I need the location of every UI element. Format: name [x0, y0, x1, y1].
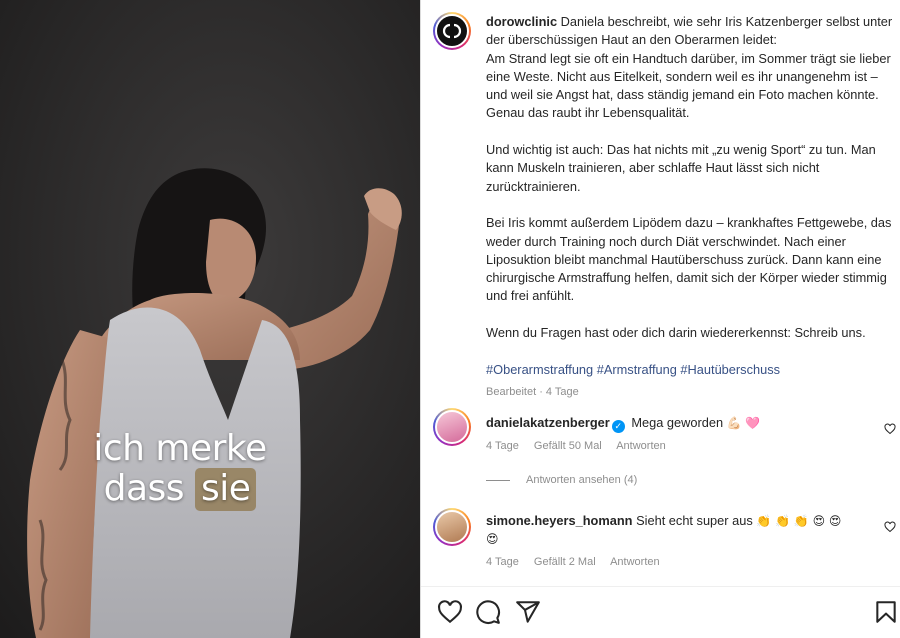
like-comment-heart-icon[interactable]	[884, 521, 896, 533]
view-replies-button[interactable]: Antworten ansehen (4)	[486, 474, 637, 486]
replies-divider	[486, 479, 510, 481]
comment-likes[interactable]: Gefällt 50 Mal	[534, 440, 602, 452]
like-comment-heart-icon[interactable]	[884, 423, 896, 435]
post-panel: dorowclinic Daniela beschreibt, wie sehr…	[420, 0, 900, 638]
author-username[interactable]: dorowclinic	[486, 14, 557, 29]
commenter-avatar-daniela[interactable]	[433, 408, 471, 446]
video-caption-line-1: ich merke	[93, 428, 267, 469]
comment-reply-button[interactable]: Antworten	[610, 556, 660, 568]
comment-emojis: 💪🏻 🩷	[726, 416, 761, 430]
avatar-photo	[435, 510, 469, 544]
post-photo	[0, 0, 420, 638]
comment-username[interactable]: danielakatzenberger	[486, 415, 610, 430]
post-action-bar	[421, 586, 900, 638]
comment-meta-simone: 4 Tage Gefällt 2 Mal Antworten	[486, 556, 672, 568]
comment-text: Mega geworden	[631, 415, 724, 430]
avatar-photo	[435, 410, 469, 444]
comment-emojis: 👏 👏 👏 😍 😍	[756, 514, 842, 528]
caption-paragraph-2: Und wichtig ist auch: Das hat nichts mit…	[486, 142, 876, 194]
heart-icon[interactable]	[437, 599, 463, 625]
comment-text: Sieht echt super aus	[636, 513, 753, 528]
commenter-avatar-simone[interactable]	[433, 508, 471, 546]
video-caption-word-dass: dass	[103, 468, 195, 509]
caption-paragraph-4: Wenn du Fragen hast oder dich darin wied…	[486, 325, 866, 341]
caption-paragraph-3: Bei Iris kommt außerdem Lipödem dazu – k…	[486, 215, 892, 304]
post-media[interactable]: ich merke dass sie	[0, 0, 420, 638]
caption-hashtags[interactable]: #Oberarmstraffung #Armstraffung #Hautübe…	[486, 361, 894, 379]
dc-logo-icon	[435, 14, 469, 48]
comment-likes[interactable]: Gefällt 2 Mal	[534, 556, 596, 568]
comment-simone: simone.heyers_homann Sieht echt super au…	[486, 512, 861, 548]
post-caption: dorowclinic Daniela beschreibt, wie sehr…	[486, 13, 894, 401]
bookmark-icon[interactable]	[873, 599, 899, 625]
comment-age: 4 Tage	[486, 556, 519, 568]
comment-icon[interactable]	[475, 599, 501, 625]
video-caption-line-2: dass sie	[0, 468, 390, 511]
share-icon[interactable]	[515, 599, 541, 625]
video-caption-highlight: sie	[194, 468, 257, 511]
comment-username[interactable]: simone.heyers_homann	[486, 513, 633, 528]
edited-timestamp: Bearbeitet · 4 Tage	[486, 385, 579, 398]
comment-meta-daniela: 4 Tage Gefällt 50 Mal Antworten	[486, 440, 678, 452]
comment-age: 4 Tage	[486, 440, 519, 452]
author-avatar[interactable]	[433, 12, 471, 50]
view-replies-label: Antworten ansehen (4)	[526, 474, 638, 486]
comment-emojis-line2: 😍	[486, 532, 499, 546]
verified-badge-icon: ✓	[611, 420, 625, 433]
caption-paragraph-1: Am Strand legt sie oft ein Handtuch darü…	[486, 50, 891, 121]
comment-reply-button[interactable]: Antworten	[616, 440, 666, 452]
comment-daniela: danielakatzenberger ✓ Mega geworden 💪🏻 🩷	[486, 414, 861, 433]
